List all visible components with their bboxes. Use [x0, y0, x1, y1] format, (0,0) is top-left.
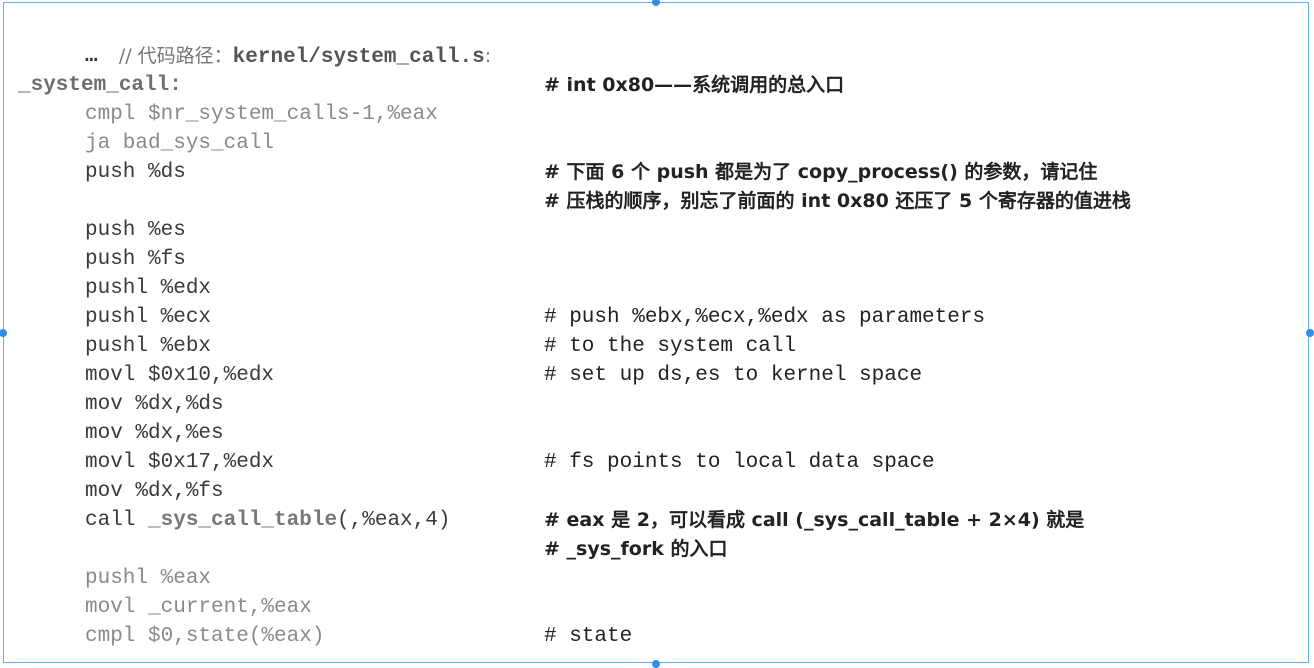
code-figure: // 代码路径：kernel/system_call.s: … _system_…: [3, 2, 1309, 663]
code-line: mov %dx,%ds: [18, 390, 1308, 419]
code-instruction: pushl %edx: [85, 277, 212, 300]
code-instruction: mov %dx,%fs: [85, 480, 224, 503]
code-instruction: call _sys_call_table(,%eax,4): [85, 509, 451, 532]
code-line: push %fs: [18, 245, 1308, 274]
code-line: call _sys_call_table(,%eax,4) # eax 是 2，…: [18, 506, 1308, 535]
code-line: mov %dx,%es: [18, 419, 1308, 448]
code-line: mov %dx,%fs: [18, 477, 1308, 506]
code-comment: # 下面 6 个 push 都是为了 copy_process() 的参数，请记…: [544, 161, 1098, 183]
code-instruction: ja bad_sys_call: [85, 132, 275, 155]
code-comment: # push %ebx,%ecx,%edx as parameters: [544, 306, 986, 329]
code-line: _system_call: # int 0x80——系统调用的总入口: [18, 71, 1308, 100]
code-instruction: mov %dx,%es: [85, 422, 224, 445]
code-instruction: movl $0x10,%edx: [85, 364, 275, 387]
code-instruction: pushl %ebx: [85, 335, 212, 358]
code-comment: # fs points to local data space: [544, 451, 935, 474]
code-label: _system_call:: [18, 74, 182, 97]
code-comment: # to the system call: [544, 335, 797, 358]
code-instruction: movl _current,%eax: [85, 596, 312, 619]
code-line-ellipsis: …: [18, 42, 1308, 71]
resize-handle-right[interactable]: [1306, 329, 1314, 337]
code-instruction: cmpl $nr_system_calls-1,%eax: [85, 103, 438, 126]
code-comment: # state: [544, 625, 633, 648]
code-header: // 代码路径：kernel/system_call.s:: [18, 13, 1308, 69]
code-instruction: movl $0x17,%edx: [85, 451, 275, 474]
code-instruction: push %es: [85, 219, 186, 242]
code-comment: # int 0x80——系统调用的总入口: [544, 74, 845, 96]
code-comment: # _sys_fork 的入口: [544, 538, 728, 560]
code-line: movl _current,%eax: [18, 593, 1308, 622]
code-comment: # eax 是 2，可以看成 call (_sys_call_table + 2…: [544, 509, 1085, 531]
code-line: pushl %eax: [18, 564, 1308, 593]
code-line: movl $0x10,%edx # set up ds,es to kernel…: [18, 361, 1308, 390]
code-line: # _sys_fork 的入口: [18, 535, 1308, 564]
symbol-sys-call-table: _sys_call_table: [148, 509, 338, 532]
code-comment: # set up ds,es to kernel space: [544, 364, 923, 387]
code-instruction: push %fs: [85, 248, 186, 271]
code-line: pushl %ebx # to the system call: [18, 332, 1308, 361]
code-line: ja bad_sys_call: [18, 129, 1308, 158]
code-comment: # 压栈的顺序，别忘了前面的 int 0x80 还压了 5 个寄存器的值进栈: [544, 190, 1131, 212]
code-line: push %es: [18, 216, 1308, 245]
code-instruction: pushl %ecx: [85, 306, 212, 329]
ellipsis: …: [85, 45, 98, 68]
code-line: push %ds # 下面 6 个 push 都是为了 copy_process…: [18, 158, 1308, 187]
code-line: pushl %edx: [18, 274, 1308, 303]
code-instruction: push %ds: [85, 161, 186, 184]
code-instruction: cmpl $0,state(%eax): [85, 625, 325, 648]
code-block: // 代码路径：kernel/system_call.s: … _system_…: [18, 13, 1308, 651]
code-line: # 压栈的顺序，别忘了前面的 int 0x80 还压了 5 个寄存器的值进栈: [18, 187, 1308, 216]
code-line: movl $0x17,%edx # fs points to local dat…: [18, 448, 1308, 477]
code-line: cmpl $0,state(%eax) # state: [18, 622, 1308, 651]
code-line: pushl %ecx # push %ebx,%ecx,%edx as para…: [18, 303, 1308, 332]
code-line: cmpl $nr_system_calls-1,%eax: [18, 100, 1308, 129]
code-instruction: mov %dx,%ds: [85, 393, 224, 416]
code-instruction: pushl %eax: [85, 567, 212, 590]
